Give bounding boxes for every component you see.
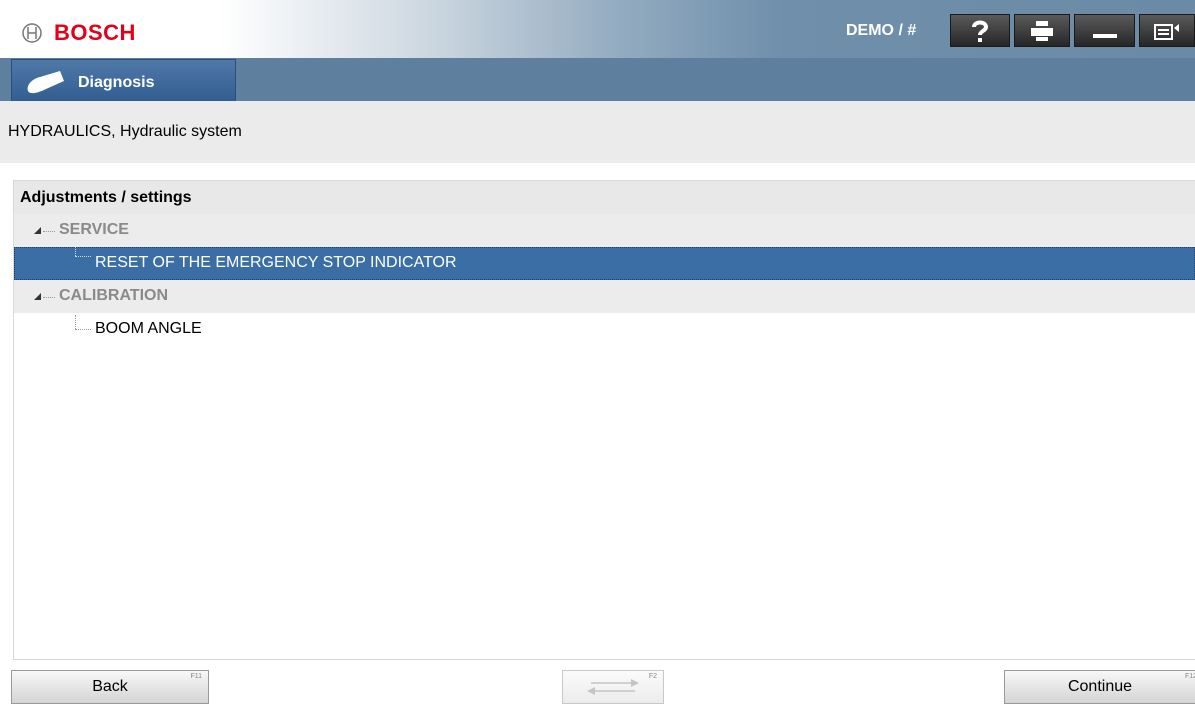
breadcrumb: HYDRAULICS, Hydraulic system (0, 101, 1195, 163)
tree-connector (75, 247, 76, 256)
tree-connector (75, 329, 91, 330)
back-button-label: Back (92, 678, 128, 695)
diagnosis-tab[interactable]: Diagnosis (11, 59, 236, 107)
adjustments-tree-panel: Adjustments / settings SERVICE RESET OF … (13, 180, 1195, 660)
function-key-label: F12 (1184, 673, 1195, 680)
printer-icon (1031, 20, 1053, 41)
continue-button-label: Continue (1067, 678, 1133, 695)
swap-arrows-icon (587, 679, 639, 695)
minimize-icon (1092, 33, 1117, 38)
diagnosis-tab-label: Diagnosis (78, 74, 155, 91)
tree-connector (75, 256, 91, 257)
tree-group-service[interactable]: SERVICE (14, 214, 1195, 247)
brand-name: BOSCH (54, 20, 136, 45)
exit-menu-icon (1154, 23, 1179, 40)
switch-button[interactable]: F2 (562, 670, 664, 704)
tree-connector (43, 297, 55, 298)
tree-group-calibration[interactable]: CALIBRATION (14, 280, 1195, 313)
breadcrumb-text: HYDRAULICS, Hydraulic system (8, 123, 242, 140)
back-button[interactable]: Back F11 (11, 670, 209, 704)
group-label: SERVICE (59, 221, 129, 238)
expand-triangle-icon[interactable] (34, 293, 41, 300)
bosch-logo: BOSCH (22, 20, 136, 46)
help-button[interactable] (950, 14, 1010, 47)
diagnosis-plug-icon (27, 71, 64, 94)
minimize-button[interactable] (1074, 14, 1135, 47)
tree-header: Adjustments / settings (14, 181, 1195, 214)
continue-button[interactable]: Continue F12 (1004, 670, 1195, 704)
expand-triangle-icon[interactable] (34, 227, 41, 234)
bosch-armature-icon (22, 23, 42, 43)
user-label: DEMO / # (846, 22, 917, 39)
tree-connector (75, 315, 76, 329)
print-button[interactable] (1014, 14, 1070, 47)
function-key-label: F2 (648, 673, 657, 680)
tree-item-reset-emergency-stop[interactable]: RESET OF THE EMERGENCY STOP INDICATOR (14, 247, 1195, 280)
group-label: CALIBRATION (59, 287, 169, 304)
top-bar: BOSCH DEMO / # (0, 0, 1195, 58)
tree-item-boom-angle[interactable]: BOOM ANGLE (14, 313, 1195, 346)
tree-item-label: BOOM ANGLE (95, 320, 202, 337)
question-mark-icon (972, 20, 989, 42)
function-key-label: F11 (190, 673, 202, 680)
tree-item-label: RESET OF THE EMERGENCY STOP INDICATOR (95, 254, 457, 271)
exit-menu-button[interactable] (1139, 14, 1195, 47)
tree-title: Adjustments / settings (20, 189, 192, 206)
tree-connector (43, 231, 55, 232)
